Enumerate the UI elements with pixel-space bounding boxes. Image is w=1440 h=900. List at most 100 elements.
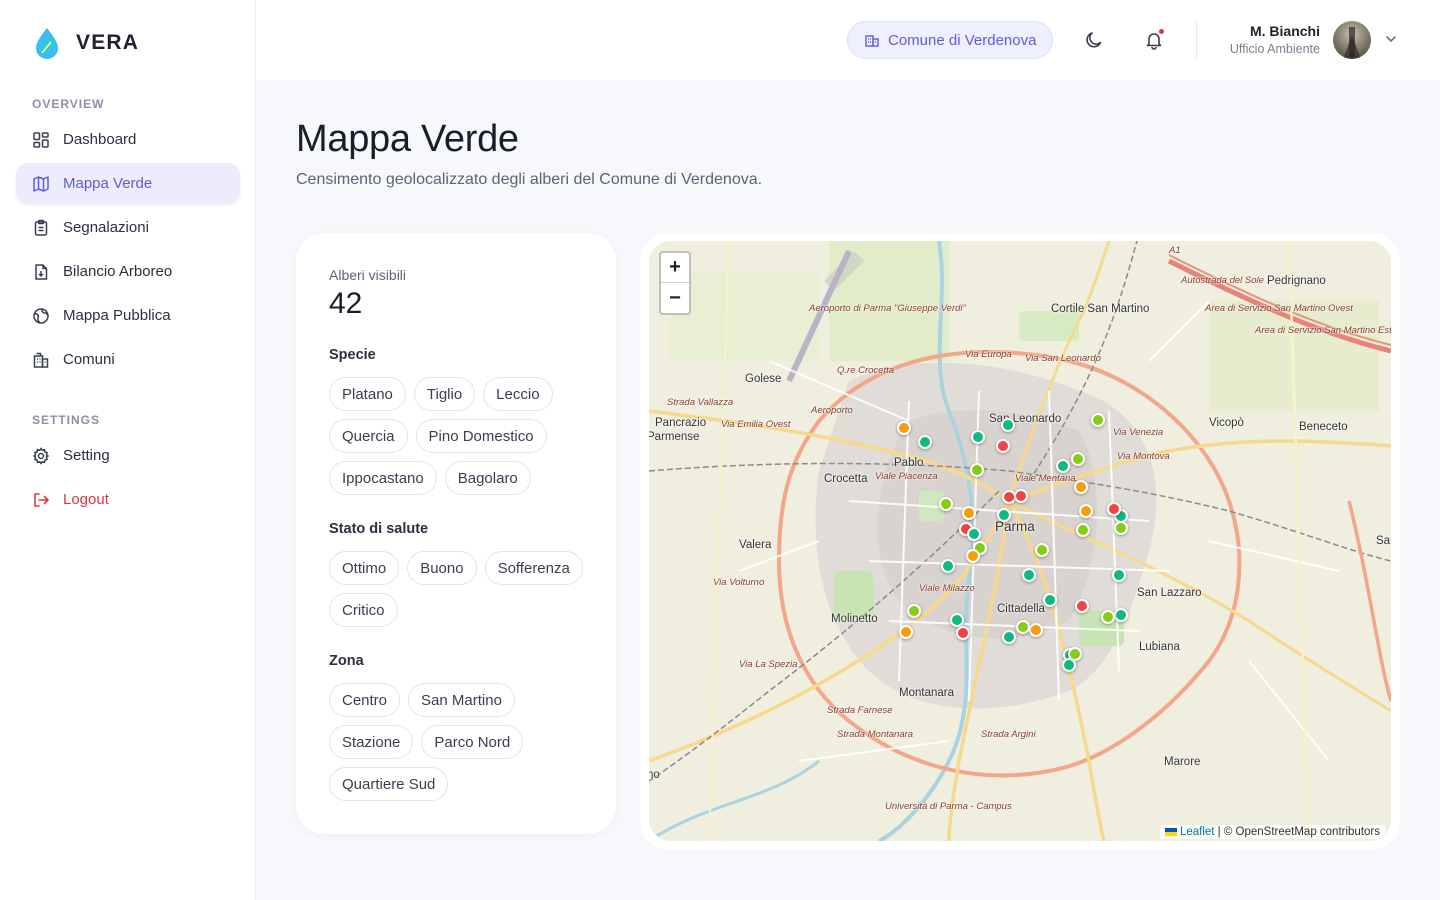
map-road-label: Q.re Crocetta (837, 365, 895, 376)
tree-marker-buono[interactable] (1101, 610, 1115, 624)
chip-species[interactable]: Leccio (483, 377, 553, 411)
map-place-label: Marore (1164, 756, 1201, 768)
species-title: Specie (329, 347, 376, 363)
tree-marker-buono[interactable] (1016, 620, 1030, 634)
tree-marker-sofferenza[interactable] (899, 625, 913, 639)
visible-trees-count: 42 (329, 287, 363, 320)
tree-marker-critico[interactable] (956, 626, 970, 640)
user-name: M. Bianchi (1249, 23, 1320, 39)
chip-zone[interactable]: Stazione (329, 725, 414, 759)
map-place-label: Vicopò (1209, 417, 1244, 429)
sidebar-item-bilancio-arboreo[interactable]: Bilancio Arboreo (16, 251, 240, 292)
tree-marker-buono[interactable] (1114, 521, 1128, 535)
map-place-label: Cittadella (997, 603, 1045, 615)
tree-marker-critico[interactable] (1014, 489, 1028, 503)
map-road-label: Aeroporto di Parma "Giuseppe Verdi" (809, 303, 966, 314)
sidebar-item-setting[interactable]: Setting (16, 435, 240, 476)
tree-marker-critico[interactable] (996, 439, 1010, 453)
tree-marker-ottimo[interactable] (1056, 459, 1070, 473)
tree-marker-buono[interactable] (907, 604, 921, 618)
sidebar-item-label: Comuni (63, 351, 115, 368)
tree-marker-sofferenza[interactable] (1074, 480, 1088, 494)
map-place-label: Molinetto (831, 613, 878, 625)
tree-map[interactable]: Parma Cittadella San Lazzaro Lubiana Montana… (649, 241, 1391, 841)
tree-marker-ottimo[interactable] (918, 435, 932, 449)
map-road-label: Strada Farnese (827, 705, 893, 716)
tree-marker-ottimo[interactable] (1114, 608, 1128, 622)
tree-marker-buono[interactable] (1076, 523, 1090, 537)
tree-marker-ottimo[interactable] (950, 613, 964, 627)
map-road-label: Università di Parma - Campus (885, 801, 1012, 812)
sidebar-item-segnalazioni[interactable]: Segnalazioni (16, 207, 240, 248)
chip-species[interactable]: Tiglio (413, 377, 476, 411)
dark-mode-toggle[interactable] (1082, 28, 1106, 52)
sidebar-item-comuni[interactable]: Comuni (16, 339, 240, 380)
user-info[interactable]: M. Bianchi Ufficio Ambiente (1230, 23, 1320, 56)
leaflet-link[interactable]: Leaflet (1180, 826, 1215, 838)
municipality-selector[interactable]: Comune di Verdenova (847, 21, 1054, 59)
tree-marker-ottimo[interactable] (1043, 593, 1057, 607)
building-icon (32, 351, 50, 369)
zoom-in-button[interactable]: + (661, 253, 689, 283)
tree-marker-ottimo[interactable] (1112, 568, 1126, 582)
tree-marker-ottimo[interactable] (1022, 568, 1036, 582)
tree-marker-ottimo[interactable] (997, 508, 1011, 522)
sidebar-item-dashboard[interactable]: Dashboard (16, 119, 240, 160)
chip-zone[interactable]: Quartiere Sud (329, 767, 449, 801)
visible-trees-label: Alberi visibili (329, 267, 407, 283)
tree-marker-ottimo[interactable] (941, 559, 955, 573)
tree-marker-ottimo[interactable] (1002, 630, 1016, 644)
sidebar-item-logout[interactable]: Logout (16, 479, 240, 520)
map-road-label: Via Montova (1117, 451, 1170, 462)
tree-marker-ottimo[interactable] (1062, 658, 1076, 672)
map-place-label: Pedrignano (1267, 275, 1326, 287)
document-icon (32, 263, 50, 281)
tree-marker-ottimo[interactable] (971, 430, 985, 444)
map-place-label: Montanara (899, 687, 954, 699)
chip-zone[interactable]: San Martino (408, 683, 515, 717)
chip-species[interactable]: Bagolaro (444, 461, 531, 495)
brand-name: VERA (76, 31, 140, 54)
sidebar-item-mappa-verde[interactable]: Mappa Verde (16, 163, 240, 204)
globe-icon (32, 307, 50, 325)
zoom-control: + − (659, 251, 691, 315)
chevron-down-icon[interactable] (1383, 31, 1399, 47)
tree-marker-sofferenza[interactable] (966, 549, 980, 563)
chip-health[interactable]: Ottimo (329, 551, 400, 585)
sidebar-item-mappa-pubblica[interactable]: Mappa Pubblica (16, 295, 240, 336)
tree-marker-buono[interactable] (970, 463, 984, 477)
notifications-button[interactable] (1142, 28, 1166, 52)
chip-zone[interactable]: Centro (329, 683, 401, 717)
map-place-label: Lubiana (1139, 641, 1180, 653)
tree-marker-sofferenza[interactable] (897, 421, 911, 435)
tree-marker-sofferenza[interactable] (1029, 623, 1043, 637)
tree-marker-buono[interactable] (939, 497, 953, 511)
chip-health[interactable]: Critico (329, 593, 398, 627)
map-road-label: Strada Vallazza (667, 397, 734, 408)
map-place-label: Golese (745, 373, 782, 385)
avatar[interactable] (1333, 21, 1371, 59)
tree-marker-sofferenza[interactable] (962, 506, 976, 520)
map-place-label: Parmense (649, 431, 700, 443)
chip-species[interactable]: Pino Domestico (415, 419, 547, 453)
map-road-label: Aeroporto (811, 405, 853, 416)
zoom-out-button[interactable]: − (661, 283, 689, 313)
tree-marker-ottimo[interactable] (967, 527, 981, 541)
chip-health[interactable]: Sofferenza (484, 551, 583, 585)
brand[interactable]: VERA (32, 26, 139, 60)
tree-marker-buono[interactable] (1035, 543, 1049, 557)
chip-species[interactable]: Ippocastano (329, 461, 437, 495)
tree-marker-buono[interactable] (1071, 452, 1085, 466)
tree-marker-ottimo[interactable] (1001, 418, 1015, 432)
chip-zone[interactable]: Parco Nord (421, 725, 524, 759)
tree-marker-critico[interactable] (1107, 502, 1121, 516)
page-title: Mappa Verde (296, 118, 519, 160)
tree-marker-sofferenza[interactable] (1079, 504, 1093, 518)
chip-species[interactable]: Platano (329, 377, 406, 411)
chip-health[interactable]: Buono (407, 551, 477, 585)
chip-species[interactable]: Quercia (329, 419, 408, 453)
sidebar-item-label: Bilancio Arboreo (63, 263, 173, 280)
tree-marker-critico[interactable] (1075, 599, 1089, 613)
tree-marker-buono[interactable] (1091, 413, 1105, 427)
sidebar-item-label: Mappa Pubblica (63, 307, 171, 324)
